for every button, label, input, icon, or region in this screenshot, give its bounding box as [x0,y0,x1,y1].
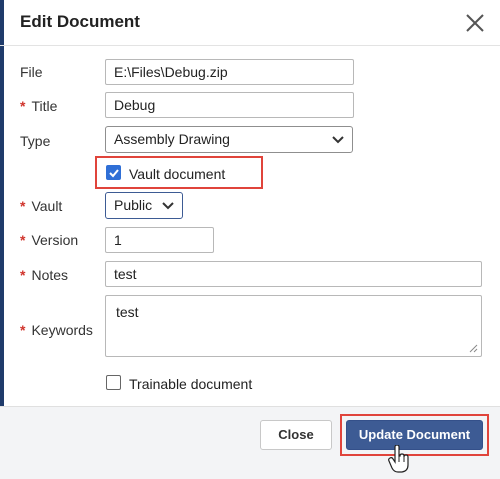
type-label: Type [20,133,51,149]
title-field[interactable]: Debug [105,92,354,118]
type-select[interactable]: Assembly Drawing [105,126,353,153]
resize-grip-icon[interactable] [469,344,478,353]
vault-document-label: Vault document [129,166,226,182]
required-marker: * [20,198,26,214]
vault-label: * Vault [20,198,63,214]
version-label: * Version [20,232,79,248]
close-button[interactable]: Close [260,420,332,450]
version-field[interactable]: 1 [105,227,214,253]
checkmark-icon [108,168,119,177]
dialog-header: Edit Document [0,0,500,46]
hand-pointer-icon [388,445,409,473]
trainable-document-label: Trainable document [129,376,253,392]
notes-label: * Notes [20,267,69,283]
required-marker: * [20,322,26,338]
required-marker: * [20,232,26,248]
trainable-document-checkbox[interactable] [106,375,121,390]
file-field[interactable]: E:\Files\Debug.zip [105,59,354,85]
title-label: * Title [20,98,58,114]
file-label: File [20,64,43,80]
chevron-down-icon [332,136,344,144]
dialog-title: Edit Document [20,12,140,31]
notes-field[interactable]: test [105,261,482,287]
chevron-down-icon [162,202,174,210]
vault-document-checkbox[interactable] [106,165,121,180]
keywords-label: * Keywords [20,322,93,338]
update-document-button[interactable]: Update Document [346,420,483,450]
close-icon[interactable] [464,12,486,34]
required-marker: * [20,98,26,114]
vault-select[interactable]: Public [105,192,183,219]
keywords-textarea[interactable]: test [105,295,482,357]
dialog-footer: Close Update Document [0,406,500,479]
required-marker: * [20,267,26,283]
